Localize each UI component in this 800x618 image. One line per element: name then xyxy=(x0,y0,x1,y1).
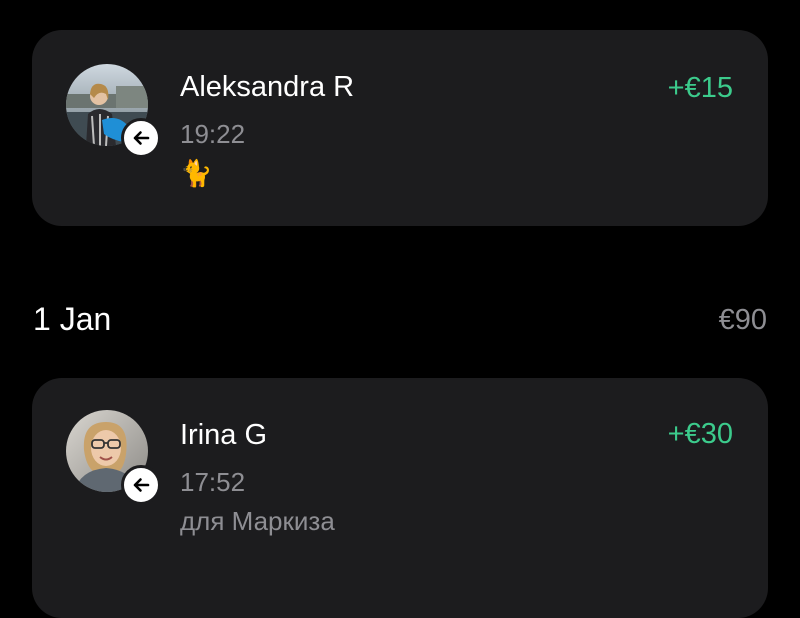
transaction-time: 17:52 xyxy=(180,467,246,497)
incoming-badge xyxy=(121,465,161,505)
transaction-note: 🐈 xyxy=(180,158,213,188)
sender-name: Aleksandra R xyxy=(180,71,355,103)
transaction-card[interactable]: Aleksandra R 19:22 🐈 +€15 xyxy=(32,30,768,226)
incoming-badge xyxy=(121,118,161,158)
date-group-label: 1 Jan xyxy=(33,301,112,337)
transaction-card[interactable]: Irina G 17:52 для Маркиза +€30 xyxy=(32,378,768,618)
arrow-left-icon xyxy=(133,478,150,492)
transaction-amount: +€30 xyxy=(667,418,733,450)
arrow-left-icon xyxy=(133,131,150,145)
date-group-total: €90 xyxy=(718,304,767,336)
transaction-note: для Маркиза xyxy=(180,506,335,536)
transaction-amount: +€15 xyxy=(667,72,733,104)
transaction-time: 19:22 xyxy=(180,119,246,149)
sender-name: Irina G xyxy=(180,419,268,451)
